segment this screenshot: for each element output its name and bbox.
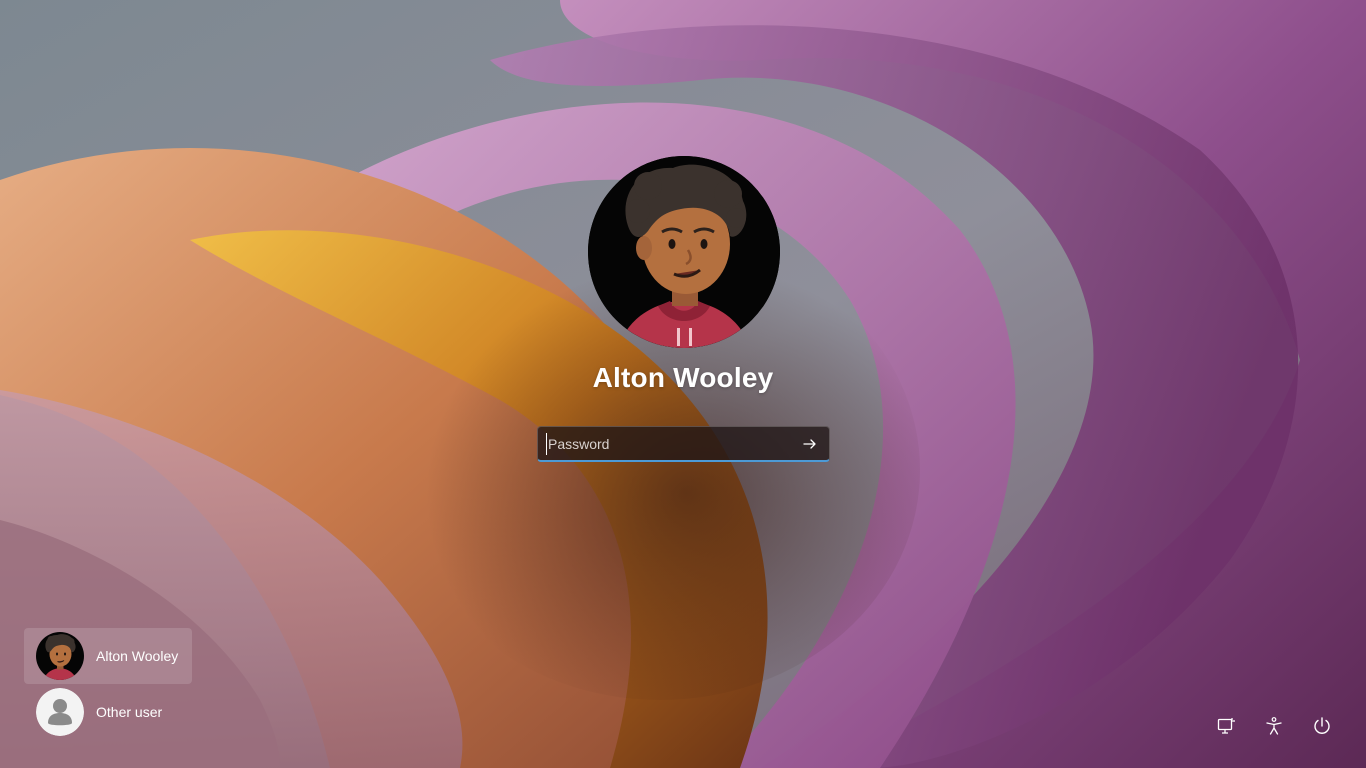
network-icon bbox=[1217, 718, 1235, 734]
accessibility-button[interactable] bbox=[1260, 712, 1288, 740]
user-avatar-large bbox=[588, 156, 780, 348]
user-list: Alton Wooley Other user bbox=[24, 628, 192, 740]
arrow-right-icon bbox=[803, 439, 816, 449]
generic-user-icon bbox=[36, 688, 84, 736]
user-tile-label: Alton Wooley bbox=[96, 648, 179, 664]
password-input[interactable] bbox=[546, 433, 788, 455]
system-buttons bbox=[1212, 712, 1342, 740]
username-title: Alton Wooley bbox=[592, 362, 774, 393]
user-tile-other-user[interactable]: Other user bbox=[24, 684, 192, 740]
power-icon bbox=[1314, 717, 1330, 734]
accessibility-icon bbox=[1266, 717, 1282, 735]
submit-button[interactable] bbox=[797, 432, 823, 456]
network-button[interactable] bbox=[1212, 712, 1240, 740]
password-box bbox=[537, 426, 830, 462]
cartoon-avatar-icon bbox=[36, 632, 84, 680]
power-button[interactable] bbox=[1308, 712, 1336, 740]
user-tile-alton-wooley[interactable]: Alton Wooley bbox=[24, 628, 192, 684]
user-tile-label: Other user bbox=[96, 704, 163, 720]
